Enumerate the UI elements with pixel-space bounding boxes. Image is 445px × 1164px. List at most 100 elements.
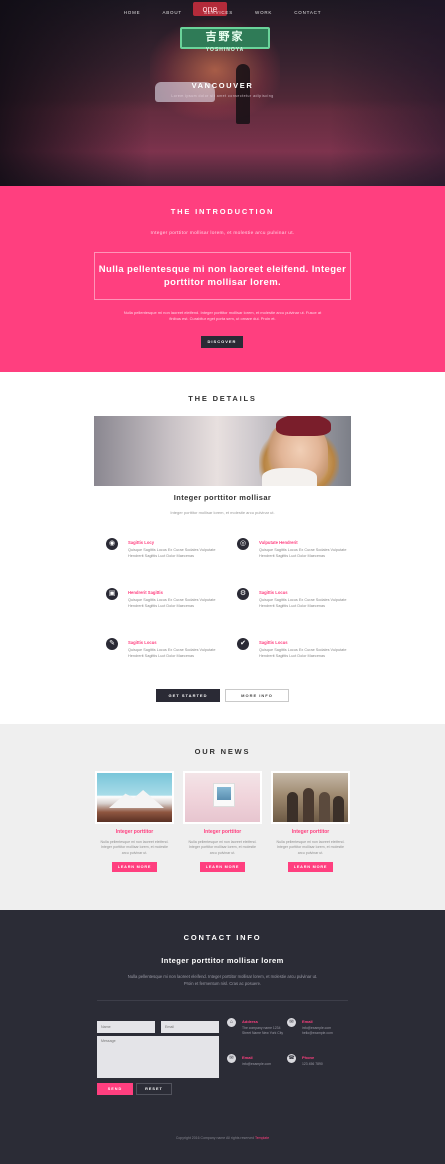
nav-item-work[interactable]: WORK xyxy=(255,10,272,15)
email-field[interactable] xyxy=(161,1021,219,1033)
contact-info-desc[interactable]: info@example.com xyxy=(242,1062,284,1067)
hero-sign-sub: YOSHINOYA xyxy=(205,47,245,53)
feature-item: ⚙ Sagittis Locus Quisque Sagittis Locus … xyxy=(237,588,363,624)
footer-text: Copyright 2016 Company name All rights r… xyxy=(175,1136,255,1140)
feature-title: Sagittis Locus xyxy=(259,640,288,645)
pencil-icon: ✎ xyxy=(106,638,118,650)
feature-title: Hendrerit Sagittis xyxy=(128,590,163,595)
feature-desc: Quisque Sagittis Locus Ex Curae Sodales … xyxy=(128,598,216,608)
contact-info-title: Email xyxy=(302,1019,313,1024)
nav-item-contact[interactable]: CONTACT xyxy=(294,10,321,15)
contact-lead: Nulla pellentesque mi non laoreet eleife… xyxy=(127,974,318,986)
news-card-title[interactable]: Integer porttitor xyxy=(271,829,350,835)
message-field[interactable] xyxy=(97,1036,219,1078)
feature-desc: Quisque Sagittis Locus Ex Curae Sodales … xyxy=(259,598,347,608)
hero-subtitle: Lorem ipsum dolor sit amet consectetur a… xyxy=(171,94,274,98)
feature-desc: Quisque Sagittis Locus Ex Curae Sodales … xyxy=(259,648,347,658)
feature-item: ▣ Hendrerit Sagittis Quisque Sagittis Lo… xyxy=(106,588,232,624)
send-button[interactable]: SEND xyxy=(97,1083,133,1095)
hero-shop-sign: 吉野家 YOSHINOYA xyxy=(180,27,270,53)
feature-title: Sagittis Locus xyxy=(259,590,288,595)
contact-info-desc: The company name 1234 Street Name New Yo… xyxy=(242,1026,284,1035)
nav-item-about[interactable]: ABOUT xyxy=(162,10,182,15)
intro-body: Nulla pellentesque mi non laoreet eleife… xyxy=(123,310,322,321)
intro-lead: Integer porttitor mollisar lorem, et mol… xyxy=(150,231,295,236)
news-card-desc: Nulla pellentesque mi non laoreet eleife… xyxy=(276,840,345,855)
contact-heading: CONTACT INFO xyxy=(183,933,262,942)
intro-heading: THE INTRODUCTION xyxy=(170,207,275,216)
details-section: THE DETAILS Integer porttitor mollisar I… xyxy=(0,372,445,724)
person-silhouette xyxy=(333,796,344,822)
feature-item: ◎ Vulputate Hendrerit Quisque Sagittis L… xyxy=(237,538,363,574)
monitor-icon: ▣ xyxy=(106,588,118,600)
photo-hat xyxy=(276,416,331,436)
intro-quote-text: Nulla pellentesque mi non laoreet eleife… xyxy=(98,264,347,288)
feature-desc: Quisque Sagittis Locus Ex Curae Sodales … xyxy=(128,648,216,658)
news-card-desc: Nulla pellentesque mi non laoreet eleife… xyxy=(100,840,169,855)
news-heading: OUR NEWS xyxy=(194,747,251,756)
check-icon: ✔ xyxy=(237,638,249,650)
feature-desc: Quisque Sagittis Locus Ex Curae Sodales … xyxy=(259,548,347,558)
gear-icon: ⚙ xyxy=(237,588,249,600)
footer-copyright: Copyright 2016 Company name All rights r… xyxy=(0,1136,445,1140)
main-nav: HOME ABOUT SERVICES WORK CONTACT xyxy=(0,10,445,15)
details-subheading: Integer porttitor mollisar xyxy=(173,493,272,502)
nav-item-services[interactable]: SERVICES xyxy=(204,10,233,15)
contact-section: CONTACT INFO Integer porttitor mollisar … xyxy=(0,910,445,1164)
target-icon: ◎ xyxy=(237,538,249,550)
contact-info-title: Email xyxy=(242,1055,253,1060)
more-info-button[interactable]: MORE INFO xyxy=(225,689,289,702)
news-card-title[interactable]: Integer porttitor xyxy=(95,829,174,835)
contact-divider xyxy=(97,1000,348,1001)
news-card-desc: Nulla pellentesque mi non laoreet eleife… xyxy=(188,840,257,855)
camera-icon: ◉ xyxy=(106,538,118,550)
discover-button[interactable]: DISCOVER xyxy=(201,336,243,348)
news-card-title[interactable]: Integer porttitor xyxy=(183,829,262,835)
news-card: Integer porttitor Nulla pellentesque mi … xyxy=(95,771,174,873)
feature-item: ◉ Sagittis Locy Quisque Sagittis Locus E… xyxy=(106,538,232,574)
mountain-peak xyxy=(109,790,164,808)
details-heading: THE DETAILS xyxy=(188,394,257,403)
home-icon: ⌂ xyxy=(227,1018,236,1027)
get-started-button[interactable]: GET STARTED xyxy=(156,689,220,702)
mail-icon: ✉ xyxy=(287,1018,296,1027)
news-section: OUR NEWS Integer porttitor Nulla pellent… xyxy=(0,724,445,910)
feature-title: Vulputate Hendrerit xyxy=(259,540,298,545)
person-silhouette xyxy=(303,788,314,822)
phone-icon: ☎ xyxy=(287,1054,296,1063)
feature-title: Sagittis Locus xyxy=(128,640,157,645)
news-image-photo[interactable] xyxy=(183,771,262,824)
mail-icon: ✉ xyxy=(227,1054,236,1063)
feature-title: Sagittis Locy xyxy=(128,540,155,545)
person-silhouette xyxy=(319,792,330,822)
footer-link[interactable]: Template xyxy=(255,1136,269,1140)
hero-sign-main: 吉野家 xyxy=(205,31,245,43)
name-field[interactable] xyxy=(97,1021,155,1033)
hero-section: one 吉野家 YOSHINOYA HOME ABOUT SERVICES WO… xyxy=(0,0,445,186)
learn-more-button[interactable]: LEARN MORE xyxy=(112,862,157,873)
feature-desc: Quisque Sagittis Locus Ex Curae Sodales … xyxy=(128,548,216,558)
person-silhouette xyxy=(287,792,298,822)
contact-info-desc[interactable]: info@example.com hello@example.com xyxy=(302,1026,344,1036)
learn-more-button[interactable]: LEARN MORE xyxy=(288,862,333,873)
hero-shadow-right xyxy=(330,0,445,186)
intro-section: THE INTRODUCTION Integer porttitor molli… xyxy=(0,186,445,372)
learn-more-button[interactable]: LEARN MORE xyxy=(200,862,245,873)
hero-shadow-left xyxy=(0,0,150,186)
news-image-friends[interactable] xyxy=(271,771,350,824)
news-card: Integer porttitor Nulla pellentesque mi … xyxy=(271,771,350,873)
polaroid-photo xyxy=(213,783,235,807)
contact-info-desc: 123 456 7890 xyxy=(302,1062,323,1066)
news-image-mountain[interactable] xyxy=(95,771,174,824)
contact-subheading: Integer porttitor mollisar lorem xyxy=(161,956,284,965)
news-card: Integer porttitor Nulla pellentesque mi … xyxy=(183,771,262,873)
photo-scarf xyxy=(262,468,317,486)
contact-info-title: Address xyxy=(242,1019,259,1024)
nav-item-home[interactable]: HOME xyxy=(124,10,141,15)
intro-quote-box: Nulla pellentesque mi non laoreet eleife… xyxy=(94,252,351,300)
feature-item: ✎ Sagittis Locus Quisque Sagittis Locus … xyxy=(106,638,232,674)
details-photo xyxy=(94,416,351,486)
feature-item: ✔ Sagittis Locus Quisque Sagittis Locus … xyxy=(237,638,363,674)
reset-button[interactable]: RESET xyxy=(136,1083,172,1095)
contact-info-title: Phone xyxy=(302,1055,315,1060)
